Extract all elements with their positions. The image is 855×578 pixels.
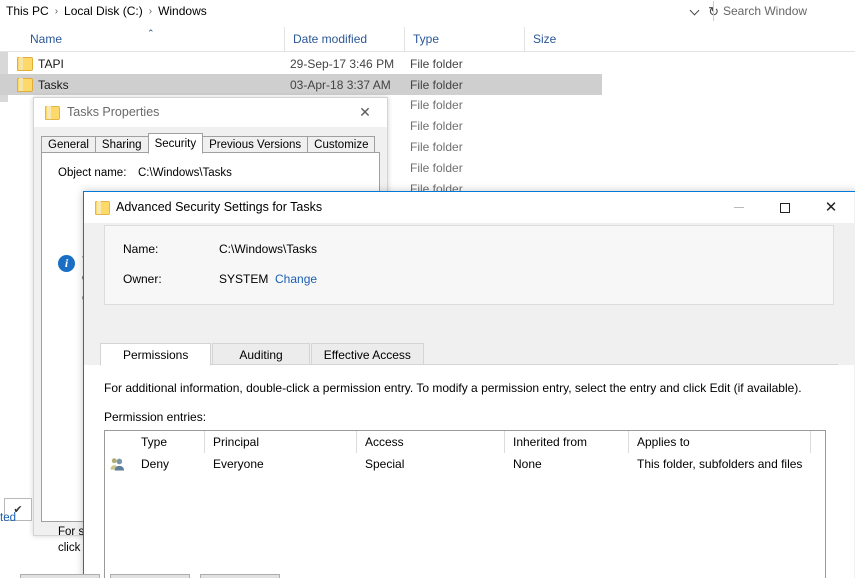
maximize-button[interactable] bbox=[762, 192, 808, 223]
file-date-modified: 29-Sep-17 3:46 PM bbox=[290, 56, 395, 71]
search-input[interactable]: Search Window bbox=[713, 1, 855, 21]
object-name-label: Object name: bbox=[58, 167, 127, 179]
cell-principal: Everyone bbox=[213, 457, 264, 471]
permissions-tab-panel: For additional information, double-click… bbox=[84, 365, 854, 578]
column-header-type[interactable]: Type bbox=[133, 431, 205, 453]
folder-icon bbox=[17, 57, 33, 71]
file-type: File folder bbox=[410, 98, 463, 112]
maximize-icon bbox=[780, 202, 790, 213]
screen: This PC › Local Disk (C:) › Windows ↻ Se… bbox=[0, 0, 855, 578]
cell-inherited-from: None bbox=[513, 457, 542, 471]
properties-title-bar[interactable]: Tasks Properties ✕ bbox=[34, 98, 387, 127]
properties-title-text: Tasks Properties bbox=[67, 105, 160, 119]
name-label: Name: bbox=[123, 242, 159, 256]
tab-permissions[interactable]: Permissions bbox=[100, 343, 212, 366]
minimize-button[interactable] bbox=[716, 192, 762, 223]
breadcrumb-item-0[interactable]: This PC bbox=[4, 4, 51, 18]
column-header-principal[interactable]: Principal bbox=[205, 431, 357, 453]
file-type: File folder bbox=[410, 161, 463, 175]
tab-auditing[interactable]: Auditing bbox=[212, 343, 310, 365]
protected-link-fragment[interactable]: ted bbox=[0, 512, 16, 524]
tab-security[interactable]: Security bbox=[147, 133, 204, 154]
chevron-down-icon[interactable] bbox=[690, 5, 702, 17]
column-header-type[interactable]: Type bbox=[404, 27, 524, 51]
info-icon: i bbox=[58, 255, 75, 272]
advanced-dialog-button-row bbox=[20, 574, 280, 578]
remove-button[interactable] bbox=[110, 574, 190, 578]
cell-applies-to: This folder, subfolders and files bbox=[637, 457, 803, 471]
column-header-size[interactable]: Size bbox=[524, 27, 604, 51]
advanced-title-text: Advanced Security Settings for Tasks bbox=[116, 200, 323, 214]
file-name: Tasks bbox=[38, 77, 69, 92]
file-type: File folder bbox=[410, 119, 463, 133]
folder-icon bbox=[45, 106, 60, 120]
tab-previous-versions[interactable]: Previous Versions bbox=[202, 136, 309, 153]
advanced-security-settings-dialog: Advanced Security Settings for Tasks ✕ N… bbox=[83, 191, 855, 578]
sort-ascending-icon: ⌃ bbox=[147, 28, 155, 38]
tab-effective-access[interactable]: Effective Access bbox=[310, 343, 424, 365]
advanced-title-bar[interactable]: Advanced Security Settings for Tasks ✕ bbox=[84, 192, 854, 223]
folder-icon bbox=[95, 201, 110, 215]
minimize-icon bbox=[734, 207, 744, 208]
breadcrumb-item-2[interactable]: Windows bbox=[156, 4, 209, 18]
breadcrumb-separator: › bbox=[54, 5, 59, 17]
properties-tab-strip: General Sharing Security Previous Versio… bbox=[41, 133, 376, 154]
address-bar[interactable]: This PC › Local Disk (C:) › Windows ↻ Se… bbox=[0, 0, 855, 22]
tab-customize[interactable]: Customize bbox=[307, 136, 376, 153]
name-value: C:\Windows\Tasks bbox=[219, 242, 318, 256]
tab-sharing[interactable]: Sharing bbox=[94, 136, 149, 153]
file-date-modified: 03-Apr-18 3:37 AM bbox=[290, 77, 391, 92]
file-type: File folder bbox=[410, 56, 463, 71]
owner-value: SYSTEM bbox=[219, 272, 269, 286]
object-name-value: C:\Windows\Tasks bbox=[138, 167, 232, 179]
close-icon[interactable]: ✕ bbox=[343, 98, 387, 127]
permission-entries-label: Permission entries: bbox=[104, 410, 207, 424]
breadcrumb-separator: › bbox=[148, 5, 153, 17]
tab-general[interactable]: General bbox=[41, 136, 96, 153]
file-row-tasks[interactable]: Tasks 03-Apr-18 3:37 AM File folder bbox=[0, 74, 602, 95]
change-owner-link[interactable]: Change bbox=[275, 272, 317, 286]
column-header-inherited-from[interactable]: Inherited from bbox=[505, 431, 629, 453]
owner-label: Owner: bbox=[123, 272, 162, 286]
view-button[interactable] bbox=[200, 574, 280, 578]
permission-entries-list[interactable]: Type Principal Access Inherited from App… bbox=[104, 430, 826, 578]
column-header-access[interactable]: Access bbox=[357, 431, 505, 453]
close-icon: ✕ bbox=[824, 199, 838, 216]
permission-table-header: Type Principal Access Inherited from App… bbox=[105, 431, 825, 453]
advanced-tab-strip: Permissions Auditing Effective Access bbox=[100, 341, 425, 366]
table-row[interactable]: Deny Everyone Special None This folder, … bbox=[105, 453, 825, 475]
add-button[interactable] bbox=[20, 574, 100, 578]
permissions-description: For additional information, double-click… bbox=[104, 381, 802, 395]
column-header-date-modified[interactable]: Date modified bbox=[284, 27, 404, 51]
cell-access: Special bbox=[365, 457, 405, 471]
folder-icon bbox=[17, 78, 33, 92]
cell-type: Deny bbox=[141, 457, 170, 471]
column-header-row: Name ⌃ Date modified Type Size bbox=[0, 27, 855, 52]
file-name: TAPI bbox=[38, 56, 64, 71]
close-button[interactable]: ✕ bbox=[808, 192, 854, 223]
column-header-applies-to[interactable]: Applies to bbox=[629, 431, 811, 453]
advanced-dialog-body: Name: C:\Windows\Tasks Owner: SYSTEM Cha… bbox=[84, 223, 854, 578]
owner-info-box: Name: C:\Windows\Tasks Owner: SYSTEM Cha… bbox=[104, 225, 834, 305]
file-type: File folder bbox=[410, 77, 463, 92]
breadcrumb-item-1[interactable]: Local Disk (C:) bbox=[62, 4, 145, 18]
file-row-tapi[interactable]: TAPI 29-Sep-17 3:46 PM File folder bbox=[0, 53, 602, 74]
file-type: File folder bbox=[410, 140, 463, 154]
breadcrumb[interactable]: This PC › Local Disk (C:) › Windows bbox=[0, 4, 209, 18]
users-icon bbox=[110, 458, 125, 471]
